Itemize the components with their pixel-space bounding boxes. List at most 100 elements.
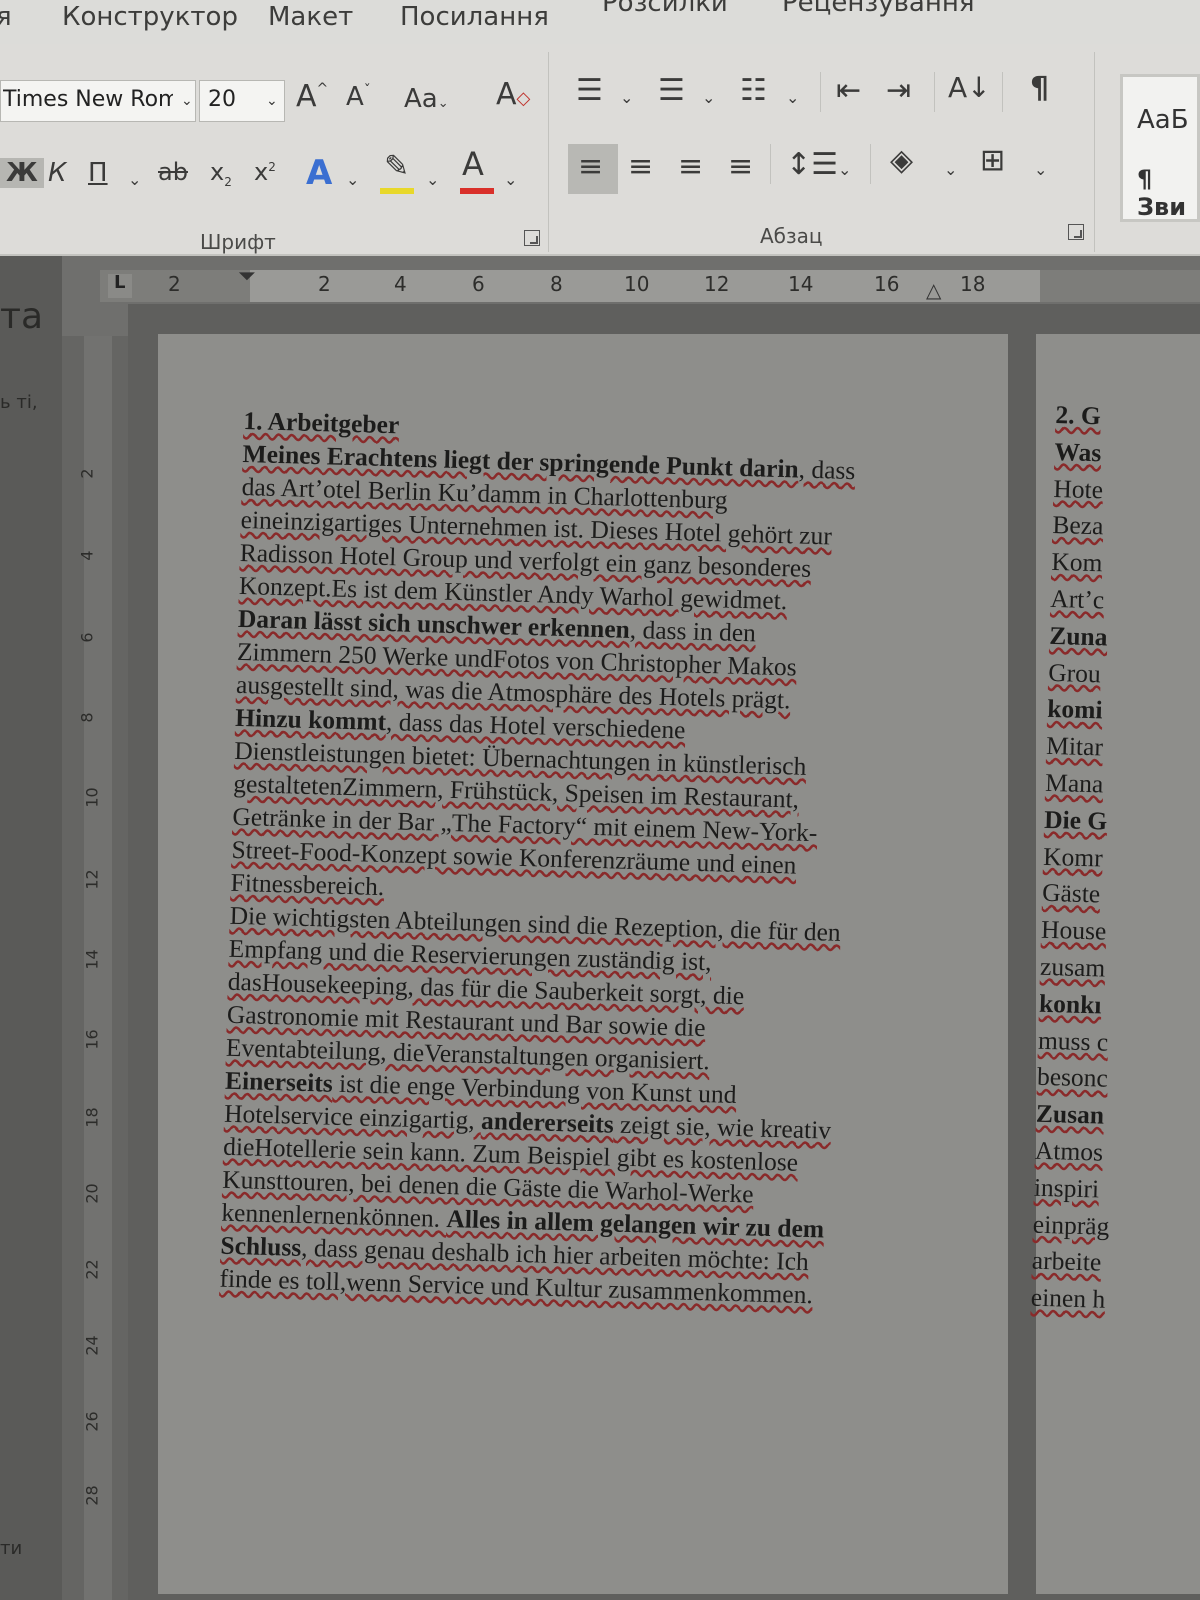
page-2-line: einpräg: [1032, 1207, 1200, 1249]
tab-partial[interactable]: я: [0, 2, 12, 32]
tab-selector-label: L: [114, 272, 126, 293]
numbering-icon[interactable]: ☰: [658, 76, 685, 106]
clear-formatting-icon[interactable]: A◇: [496, 80, 530, 110]
ruler-tick-label: 14: [788, 272, 814, 296]
borders-icon[interactable]: ⊞: [980, 146, 1005, 176]
vertical-ruler[interactable]: 2 4 6 8 10 12 14 16 18 20 22 24 26 28: [62, 336, 128, 1600]
chevron-down-icon[interactable]: ⌄: [838, 162, 851, 178]
ruler-tick-label: 8: [77, 712, 97, 723]
line-text: Beza: [1052, 510, 1104, 541]
shrink-font-icon: A: [346, 82, 364, 112]
page-2-line: Hote: [1053, 472, 1200, 514]
page-2-line: Atmos: [1034, 1134, 1200, 1176]
font-size-dropdown[interactable]: 20 ⌄: [199, 80, 285, 122]
tab-layout[interactable]: Макет: [268, 2, 353, 32]
chevron-down-icon[interactable]: ⌄: [504, 172, 517, 188]
align-right-icon[interactable]: ≡: [678, 152, 703, 182]
chevron-down-icon[interactable]: ⌄: [702, 90, 715, 106]
paragraph-dialog-launcher-icon[interactable]: [1068, 224, 1084, 240]
line-text: 2. G: [1055, 399, 1102, 431]
subscript-button[interactable]: x2: [210, 160, 232, 188]
align-center-icon[interactable]: ≡: [628, 152, 653, 182]
line-text: Mitar: [1045, 731, 1104, 762]
page-2-line: 2. G: [1055, 398, 1200, 440]
ruler-tick-label: 24: [82, 1335, 102, 1356]
chevron-down-icon[interactable]: ⌄: [944, 162, 957, 178]
page-2-line: Was: [1054, 435, 1200, 477]
chevron-down-icon[interactable]: ⌄: [346, 172, 359, 188]
tab-mailings[interactable]: Розсилки: [602, 0, 728, 18]
font-dialog-launcher-icon[interactable]: [524, 230, 540, 246]
line-text: Zusan: [1035, 1098, 1105, 1130]
indent-marker-icon[interactable]: ⏷: [238, 264, 256, 289]
chevron-down-icon[interactable]: ⌄: [786, 90, 799, 106]
ruler-tick-label: 22: [82, 1259, 102, 1280]
style-heading[interactable]: ¶ Зви: [1137, 165, 1197, 221]
pane-title-fragment: та: [0, 296, 44, 337]
change-case-button[interactable]: Aa⌄: [404, 86, 449, 112]
document-page-1[interactable]: 1. Arbeitgeber Meines Erachtens liegt de…: [158, 334, 1008, 1594]
line-text: kennenlernenkönnen.: [221, 1197, 447, 1233]
page-2-fragments: 2. G Was Hote Beza Kom Art’c Zuna Grou komi Mitar…: [1030, 398, 1200, 1323]
grow-font-button[interactable]: A^: [296, 82, 328, 112]
document-body[interactable]: 1. Arbeitgeber Meines Erachtens liegt de…: [219, 404, 964, 1315]
ruler-tick-label: 12: [82, 869, 102, 890]
style-normal[interactable]: АаБ: [1137, 105, 1189, 135]
line-text: Mana: [1044, 767, 1104, 799]
chevron-down-icon[interactable]: ⌄: [620, 90, 633, 106]
multilevel-list-icon[interactable]: ☷: [740, 76, 767, 106]
sort-button[interactable]: А↓: [948, 74, 991, 102]
superscript-button[interactable]: x2: [254, 160, 276, 184]
superscript-icon: x: [254, 158, 269, 186]
bold-phrase: Einerseits: [224, 1065, 334, 1098]
text-effects-button[interactable]: A: [306, 156, 332, 190]
navigation-pane: та ь ті, ти: [0, 256, 62, 1600]
shrink-font-button[interactable]: Aˇ: [346, 84, 371, 110]
chevron-down-icon[interactable]: ⌄: [128, 172, 141, 188]
highlight-pen-icon[interactable]: ✎: [384, 152, 409, 182]
shading-icon[interactable]: ◈: [890, 146, 913, 176]
page-2-line: Art’c: [1050, 582, 1200, 624]
right-indent-marker-icon[interactable]: △: [926, 278, 941, 302]
page-2-line: inspiri: [1033, 1170, 1200, 1212]
font-size-value: 20: [208, 87, 236, 112]
bullets-icon[interactable]: ☰: [576, 76, 603, 106]
font-color-button[interactable]: A: [462, 148, 484, 180]
tab-references[interactable]: Посилання: [400, 2, 549, 32]
tab-review[interactable]: Рецензування: [782, 0, 974, 18]
ruler-tick-label: 4: [77, 550, 97, 561]
italic-button[interactable]: К: [48, 160, 66, 186]
font-name-dropdown[interactable]: Times New Roma ⌄: [0, 80, 196, 122]
chevron-down-icon[interactable]: ⌄: [1034, 162, 1047, 178]
line-text: House: [1040, 914, 1107, 946]
decrease-indent-icon[interactable]: ⇤: [836, 76, 861, 106]
document-page-2[interactable]: 2. G Was Hote Beza Kom Art’c Zuna Grou komi Mitar…: [1030, 334, 1200, 1594]
ruler-tick-label: 4: [394, 272, 407, 296]
subscript-icon: x: [210, 158, 225, 186]
ruler-tick-label: 2: [168, 272, 181, 296]
highlight-color-bar: [380, 188, 414, 194]
show-formatting-button[interactable]: ¶: [1030, 74, 1049, 104]
styles-gallery[interactable]: АаБ ¶ Зви: [1120, 74, 1200, 222]
group-separator: [548, 52, 549, 252]
page-2-line: Gäste: [1042, 876, 1200, 918]
line-text: , dass: [798, 454, 856, 486]
bold-button[interactable]: Ж: [0, 158, 44, 188]
align-left-icon[interactable]: ≡: [578, 152, 603, 182]
document-canvas[interactable]: 1. Arbeitgeber Meines Erachtens liegt de…: [128, 304, 1200, 1600]
increase-indent-icon[interactable]: ⇥: [886, 76, 911, 106]
justify-icon[interactable]: ≡: [728, 152, 753, 182]
horizontal-ruler[interactable]: L 2 ⏷ 2 4 6 8 10 12 14 16 △ 18: [100, 264, 1200, 302]
chevron-down-icon[interactable]: ⌄: [426, 172, 439, 188]
line-text: konkı: [1038, 988, 1102, 1020]
strikethrough-button[interactable]: ab: [158, 160, 188, 184]
tab-selector[interactable]: L: [108, 272, 132, 298]
page-2-line: komi: [1047, 692, 1200, 734]
ruler-tick-label: 20: [82, 1183, 102, 1204]
line-spacing-icon[interactable]: ↕☰: [786, 150, 838, 180]
line-text: Kom: [1051, 547, 1103, 578]
underline-button[interactable]: П: [88, 160, 108, 186]
separator: [770, 144, 771, 184]
tab-design[interactable]: Конструктор: [62, 2, 238, 32]
line-text: Hote: [1053, 473, 1104, 504]
